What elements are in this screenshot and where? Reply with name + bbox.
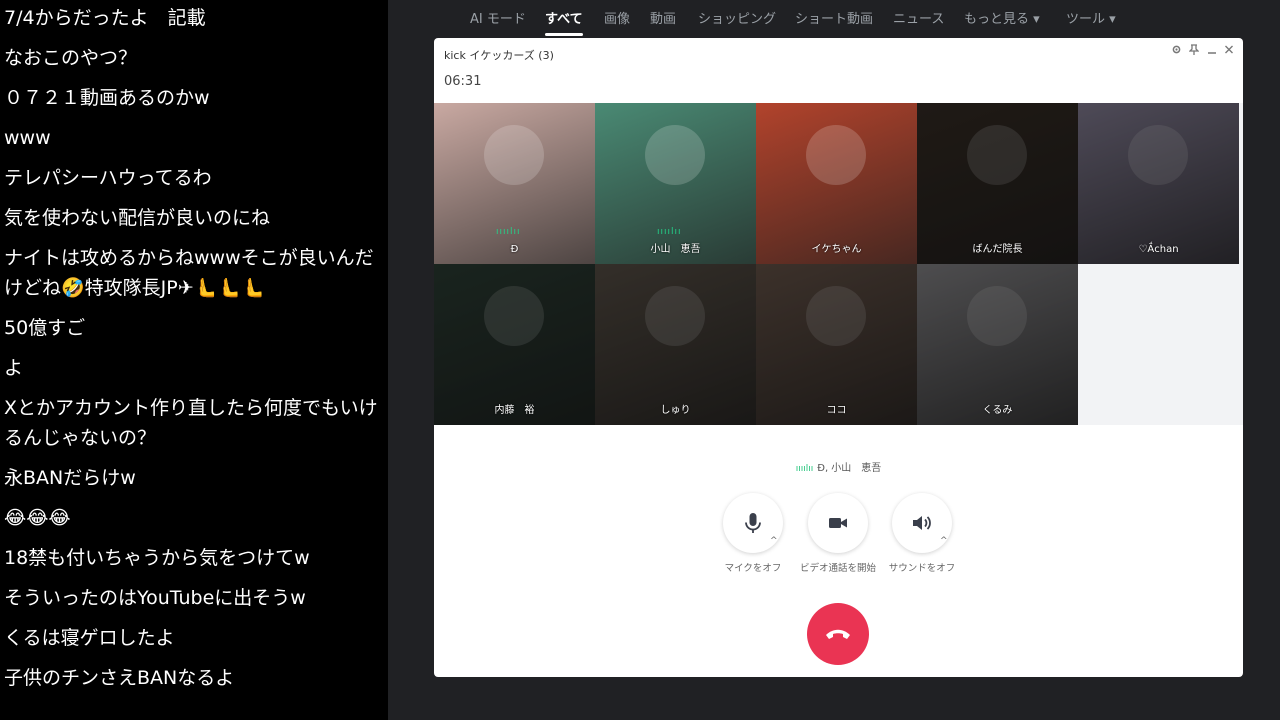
video-camera-icon (829, 518, 847, 528)
page-background-bottom (388, 677, 1280, 720)
chat-message: ナイトは攻めるからねwwwそこが良いんだけどね🤣特攻隊長JP✈🫷🫷🫷 (4, 247, 374, 299)
sound-options-caret[interactable]: ^ (940, 536, 948, 546)
participant-tile[interactable]: ıııılıı Đ (434, 103, 595, 264)
participant-tile[interactable]: ココ (756, 264, 917, 425)
nav-more-label: もっと見る (964, 12, 1030, 27)
participant-grid: ıııılıı Đıııılıı 小山 恵吾 イケちゃん ばんだ院長 ♡Ắchan 内藤 裕… (434, 103, 1243, 425)
nav-news[interactable]: ニュース (893, 8, 944, 27)
chevron-down-icon: ▾ (1109, 12, 1116, 27)
chat-message: テレパシーハウってるわ (4, 167, 212, 189)
video-button[interactable] (808, 493, 868, 553)
end-call-button[interactable] (807, 603, 869, 665)
participant-name: くるみ (982, 405, 1013, 416)
nav-tools-label: ツール (1066, 12, 1106, 27)
chat-message: くるは寝ゲロしたよ (4, 627, 175, 649)
active-tab-indicator (545, 33, 583, 36)
voice-wave-icon: ıııılıı (496, 227, 521, 237)
voice-wave-icon: ıııılıı (795, 464, 814, 474)
call-window: kick イケッカーズ (3) 06:31 ıııılıı Đıııılıı 小山 … (434, 38, 1243, 677)
nav-shopping[interactable]: ショッピング (698, 8, 776, 27)
participant-name: ばんだ院長 (972, 244, 1023, 255)
chat-column: 7/4からだったよ 記載 なおこのやつ？ ０７２１動画あるのかw www テレパシーハウ… (0, 0, 388, 720)
chat-message: よ (4, 357, 24, 379)
chat-message: 永BANだらけw (4, 467, 136, 489)
nav-videos[interactable]: 動画 (650, 8, 676, 27)
nav-short-videos[interactable]: ショート動画 (795, 8, 873, 27)
chat-message: Xとかアカウント作り直したら何度でもいけるんじゃないの？ (4, 397, 378, 449)
chat-message: 7/4からだったよ 記載 (4, 7, 206, 29)
participant-name: Đ (510, 244, 519, 255)
nav-more[interactable]: もっと見る ▾ (964, 8, 1040, 27)
participant-name: ココ (826, 405, 847, 416)
mic-options-caret[interactable]: ^ (770, 536, 778, 546)
nav-tools[interactable]: ツール ▾ (1066, 8, 1116, 27)
participant-name: イケちゃん (811, 244, 862, 255)
participant-tile[interactable]: ıııılıı 小山 恵吾 (595, 103, 756, 264)
settings-icon[interactable] (1171, 44, 1182, 58)
participant-name: ♡Ắchan (1138, 244, 1179, 255)
call-elapsed-time: 06:31 (444, 74, 482, 89)
nav-ai-mode[interactable]: AI モード (470, 8, 526, 27)
avatar (484, 125, 544, 185)
participant-tile[interactable]: くるみ (917, 264, 1078, 425)
nav-images[interactable]: 画像 (604, 8, 630, 27)
chevron-down-icon: ▾ (1033, 12, 1040, 27)
chat-message: ０７２１動画あるのかw (4, 87, 210, 109)
sound-label: サウンドをオフ (888, 563, 956, 574)
chat-message: そういったのはYouTubeに出そうw (4, 587, 306, 609)
participant-tile[interactable]: イケちゃん (756, 103, 917, 264)
chat-message: 50億すご (4, 317, 86, 339)
participant-name: 内藤 裕 (494, 405, 535, 416)
muted-overlay (1078, 103, 1239, 264)
minimize-icon[interactable] (1207, 44, 1217, 58)
chat-message: 気を使わない配信が良いのにね (4, 207, 271, 229)
search-nav-bar: AI モード すべて 画像 動画 ショッピング ショート動画 ニュース もっと見… (388, 0, 1280, 36)
voice-wave-icon: ıııılıı (657, 227, 682, 237)
speaker-icon (913, 516, 931, 530)
pin-icon[interactable] (1188, 44, 1200, 58)
participant-name: しゅり (660, 405, 691, 416)
participant-tile[interactable]: しゅり (595, 264, 756, 425)
participant-name: 小山 恵吾 (650, 244, 701, 255)
chat-message: www (4, 127, 51, 149)
speaking-indicator: ıııılıı Đ, 小山 恵吾 (434, 459, 1243, 474)
speaking-names: Đ, 小山 恵吾 (817, 463, 882, 474)
call-group-title: kick イケッカーズ (3) (444, 49, 554, 62)
participant-tile[interactable]: 内藤 裕 (434, 264, 595, 425)
participant-tile[interactable]: ♡Ắchan (1078, 103, 1239, 264)
chat-message: 子供のチンさえBANなるよ (4, 667, 235, 689)
close-icon[interactable] (1224, 44, 1234, 58)
video-label: ビデオ通話を開始 (799, 563, 876, 574)
chat-message: なおこのやつ？ (4, 47, 138, 69)
mic-label: マイクをオフ (724, 563, 782, 574)
hang-up-icon (826, 629, 850, 639)
avatar (645, 125, 705, 185)
avatar (806, 125, 866, 185)
chat-message: 18禁も付いちゃうから気をつけてw (4, 547, 310, 569)
chat-message: 😂😂😂 (4, 507, 71, 529)
nav-all[interactable]: すべて (545, 8, 583, 27)
microphone-icon (745, 513, 761, 533)
participant-tile[interactable]: ばんだ院長 (917, 103, 1078, 264)
